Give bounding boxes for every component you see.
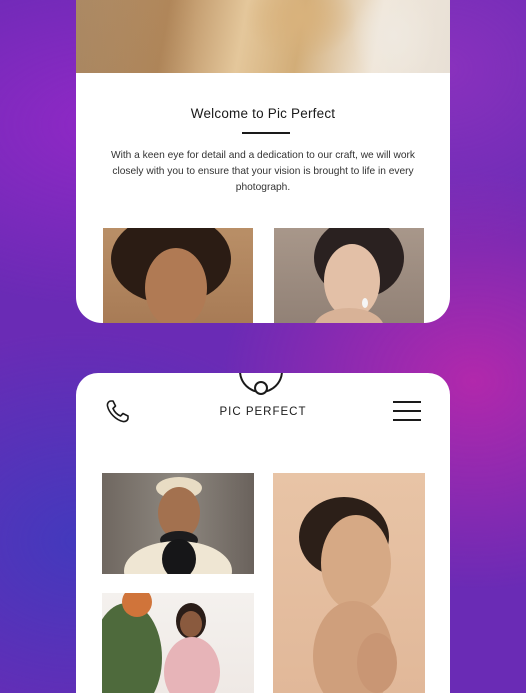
welcome-title: Welcome to Pic Perfect <box>190 106 336 121</box>
title-underline <box>242 132 290 134</box>
hero-image <box>76 0 450 73</box>
portrait-photo-blond-man[interactable] <box>102 473 254 574</box>
logo-dot-icon <box>254 381 268 395</box>
gallery-card: PIC PERFECT <box>76 373 450 693</box>
portrait-photo-curly-hair[interactable] <box>103 228 253 323</box>
portrait-photo-earring[interactable] <box>274 228 424 323</box>
welcome-card: Welcome to Pic Perfect With a keen eye f… <box>76 0 450 323</box>
portrait-photo-pink-outfit[interactable] <box>102 593 254 693</box>
portrait-photo-hair-bun[interactable] <box>273 473 425 693</box>
welcome-text: With a keen eye for detail and a dedicat… <box>110 150 416 193</box>
hamburger-menu-icon[interactable] <box>393 401 421 423</box>
